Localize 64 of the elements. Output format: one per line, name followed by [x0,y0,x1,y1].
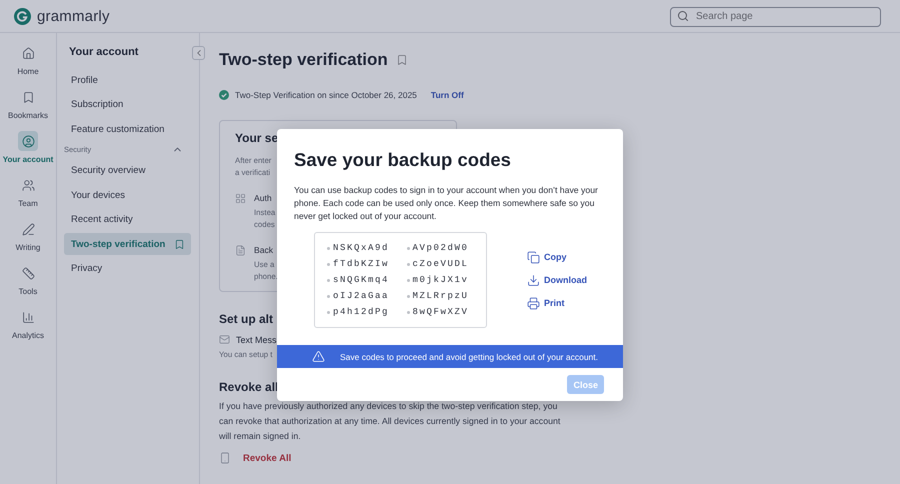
card-title: Your se [235,131,280,145]
bookmark-icon[interactable] [396,54,408,66]
revoke-all-button[interactable]: Revoke All [243,452,292,464]
download-icon [527,274,540,287]
collapse-button[interactable] [192,46,205,60]
menu-item[interactable]: Privacy [64,258,191,280]
menu-item[interactable]: Your devices [64,184,191,206]
action-button[interactable]: Download [527,274,587,287]
menu-title: Your account [69,46,140,58]
action-button[interactable]: Copy [527,250,587,264]
nav-item[interactable]: Home [0,43,56,76]
search-icon [677,10,689,22]
status-text: Two-Step Verification on since October 26, 2025 [235,90,417,100]
warning-text: Save codes to proceed and avoid getting locked out of your account. [340,352,598,362]
bookmark-icon[interactable] [174,238,185,250]
user-circle-icon [22,134,34,148]
nav-item[interactable]: Writing [0,219,56,252]
method-title: Auth [254,193,272,203]
pen-icon [22,222,34,236]
section-title: Set up alt [219,312,274,326]
dialog-text: You can use backup codes to sign in to your account when you don’t have your phone. Each code can be used only once. Keep them somewhere safe so you never get locked out of your account. [294,184,599,222]
backup-code: 8wQFwXZV [406,304,486,320]
backup-code: oIJ2aGaa [327,288,406,304]
nav-item[interactable]: Tools [0,263,56,296]
menu-item[interactable]: Two-step verification [64,233,191,255]
backup-code: sNQGKmq4 [327,272,406,288]
brand-name: grammarly [37,8,110,24]
backup-code: p4h12dPg [327,304,406,320]
logo-icon [14,8,31,24]
backup-code: fTdbKZIw [327,256,406,272]
search-field[interactable]: Search page [670,6,881,26]
turn-off-link[interactable]: Turn Off [430,90,464,100]
menu-item[interactable]: Subscription [64,94,191,116]
revoke-description: If you have previously authorized any devices to skip the two-step verification step, you can revoke that authorization at any time. All devices currently signed in to your account will remain signed in. [219,400,562,443]
menu-item[interactable]: Recent activity [64,208,191,230]
method-title: Back [254,245,274,255]
warning-icon [312,350,325,364]
option-label: Text Mess [236,334,277,344]
printer-icon [527,296,540,310]
backup-code: AVp02dW0 [406,240,486,256]
backup-code: m0jkJX1v [406,272,486,288]
document-icon [235,245,246,256]
backup-code: NSKQxA9d [327,240,406,256]
people-icon [22,178,34,192]
backup-code: MZLRrpzU [406,288,486,304]
action-button[interactable]: Print [527,296,587,310]
page-title: Two-step verification [219,50,388,70]
copy-icon [527,250,540,264]
bar-chart-icon [22,310,34,324]
bookmark-icon [22,90,34,104]
nav-item[interactable]: Team [0,175,56,208]
menu-item[interactable]: Feature customization [64,118,191,140]
phone-icon [219,452,231,464]
nav-item[interactable]: Your account [0,131,56,164]
menu-item[interactable]: Security overview [64,160,191,182]
home-icon [22,46,34,60]
menu-item[interactable]: Profile [64,69,191,91]
grid-icon [235,193,246,204]
nav-item[interactable]: Analytics [0,307,56,340]
ruler-icon [22,266,34,280]
mail-icon [219,334,230,345]
backup-code: cZoeVUDL [406,256,486,272]
dialog-title: Save your backup codes [294,149,512,171]
nav-item[interactable]: Bookmarks [0,87,56,120]
